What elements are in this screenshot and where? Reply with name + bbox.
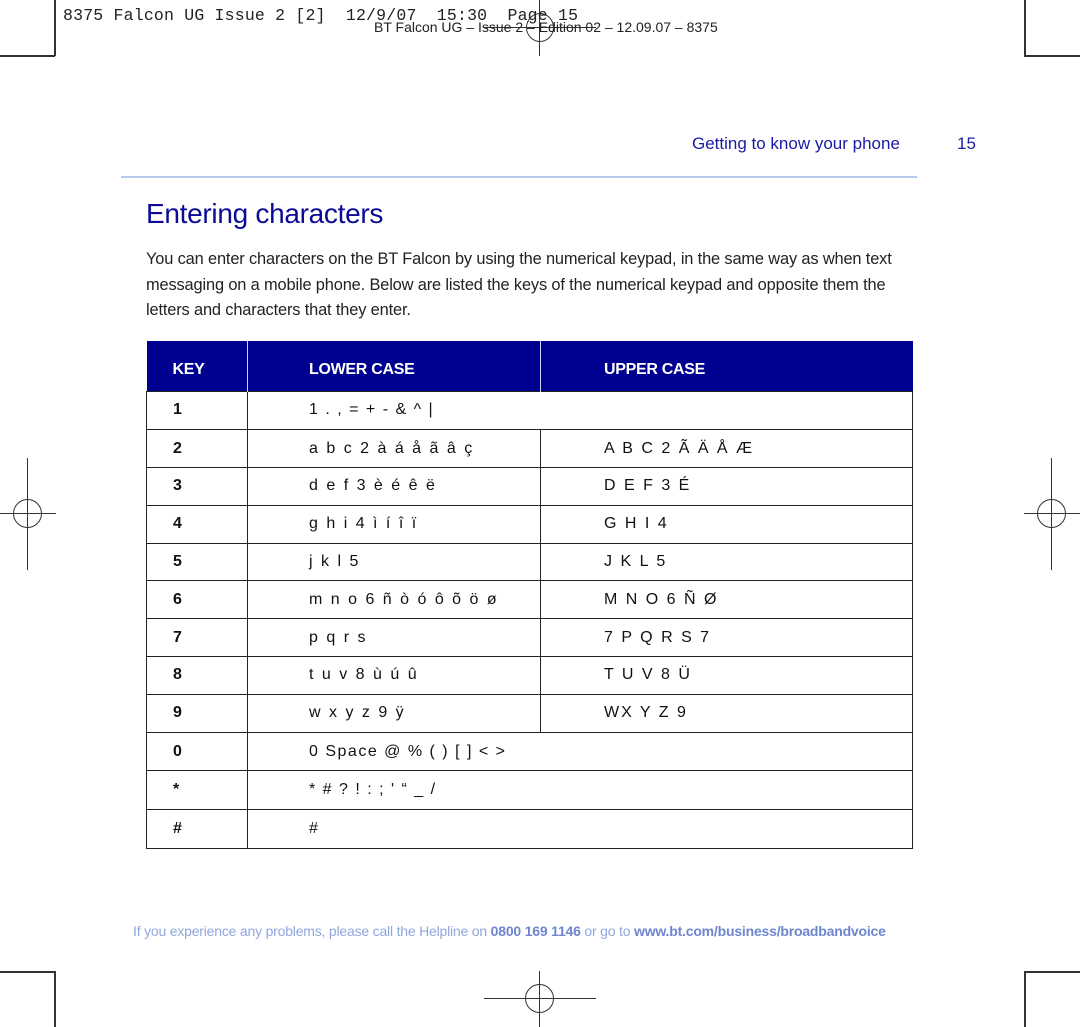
crop-mark-top-right-v bbox=[1024, 0, 1026, 56]
upper-case-cell: A B C 2 Ã Ä Å Æ bbox=[540, 429, 913, 469]
header-rule bbox=[121, 176, 917, 178]
footer-text: If you experience any problems, please c… bbox=[133, 923, 491, 939]
lower-case-cell: d e f 3 è é ê ë bbox=[247, 467, 541, 506]
key-cell: 9 bbox=[146, 693, 248, 733]
upper-case-cell: D E F 3 É bbox=[540, 467, 913, 506]
lower-case-cell: 0 Space @ % ( ) [ ] < > bbox=[247, 731, 913, 772]
helpline-phone: 0800 169 1146 bbox=[490, 923, 581, 939]
key-cell: # bbox=[146, 809, 248, 850]
key-cell: 3 bbox=[146, 467, 248, 506]
lower-case-cell: g h i 4 ì í î ï bbox=[247, 504, 541, 544]
table-header-row: KEY LOWER CASE UPPER CASE bbox=[146, 341, 913, 391]
table-row: 11 . , = + - & ^ | bbox=[146, 390, 913, 431]
page-title: Entering characters bbox=[146, 198, 384, 229]
edition-slug: BT Falcon UG – Issue 2 – Edition 02 – 12… bbox=[374, 20, 718, 35]
key-cell: 5 bbox=[146, 542, 248, 582]
character-table: KEY LOWER CASE UPPER CASE 11 . , = + - &… bbox=[146, 341, 913, 850]
upper-case-cell: 7 P Q R S 7 bbox=[540, 618, 913, 658]
lower-case-cell: a b c 2 à á å ã â ç bbox=[247, 429, 541, 469]
upper-case-cell: G H I 4 bbox=[540, 504, 913, 544]
table-row: 7p q r s7 P Q R S 7 bbox=[146, 618, 913, 658]
lower-case-cell: p q r s bbox=[247, 618, 541, 658]
key-cell: 0 bbox=[146, 731, 248, 772]
crop-mark-bottom-right-v bbox=[1024, 971, 1026, 1027]
upper-case-cell: M N O 6 Ñ Ø bbox=[540, 580, 913, 620]
registration-mark-bottom bbox=[484, 971, 596, 1027]
key-cell: 1 bbox=[146, 390, 248, 431]
table-row: 00 Space @ % ( ) [ ] < > bbox=[146, 731, 913, 772]
crop-mark-bottom-left-h bbox=[0, 971, 55, 973]
crop-mark-top-left-v bbox=[54, 0, 56, 56]
crop-mark-bottom-left-v bbox=[54, 971, 56, 1027]
column-header-key: KEY bbox=[146, 341, 248, 391]
column-header-upper-case: UPPER CASE bbox=[540, 341, 913, 391]
lower-case-cell: 1 . , = + - & ^ | bbox=[247, 390, 913, 431]
registration-mark-right bbox=[1024, 458, 1080, 570]
table-row: 5j k l 5J K L 5 bbox=[146, 542, 913, 582]
lower-case-cell: m n o 6 ñ ò ó ô õ ö ø bbox=[247, 580, 541, 620]
footer-text-middle: or go to bbox=[580, 923, 634, 939]
table-row: 8t u v 8 ù ú ûT U V 8 Ü bbox=[146, 656, 913, 695]
crop-mark-top-right-h bbox=[1024, 55, 1080, 57]
column-header-lower-case: LOWER CASE bbox=[247, 341, 541, 391]
lower-case-cell: * # ? ! : ; ' “ _ / bbox=[247, 770, 913, 811]
table-row: # # bbox=[146, 809, 913, 850]
page-number: 15 bbox=[957, 134, 976, 153]
helpline-footer: If you experience any problems, please c… bbox=[133, 923, 886, 939]
support-url-link[interactable]: www.bt.com/business/broadbandvoice bbox=[634, 923, 886, 939]
table-row: 4g h i 4 ì í î ïG H I 4 bbox=[146, 504, 913, 544]
lower-case-cell: j k l 5 bbox=[247, 542, 541, 582]
key-cell: 8 bbox=[146, 656, 248, 695]
intro-paragraph: You can enter characters on the BT Falco… bbox=[146, 250, 892, 319]
crop-mark-top-left-h bbox=[0, 55, 55, 57]
table-row: 2a b c 2 à á å ã â çA B C 2 Ã Ä Å Æ bbox=[146, 429, 913, 469]
key-cell: 7 bbox=[146, 618, 248, 658]
lower-case-cell: # bbox=[247, 809, 913, 850]
key-cell: 2 bbox=[146, 429, 248, 469]
running-head: Getting to know your phone bbox=[692, 134, 900, 153]
key-cell: * bbox=[146, 770, 248, 811]
lower-case-cell: t u v 8 ù ú û bbox=[247, 656, 541, 695]
table-row: 3d e f 3 è é ê ëD E F 3 É bbox=[146, 467, 913, 506]
table-row: 9w x y z 9 ÿ WX Y Z 9 bbox=[146, 693, 913, 733]
lower-case-cell: w x y z 9 ÿ bbox=[247, 693, 541, 733]
registration-mark-left bbox=[0, 458, 56, 570]
crop-mark-bottom-right-h bbox=[1024, 971, 1080, 973]
table-body: 11 . , = + - & ^ | 2 a b c 2 à á å ã â çA … bbox=[146, 390, 913, 850]
upper-case-cell: T U V 8 Ü bbox=[540, 656, 913, 695]
upper-case-cell: WX Y Z 9 bbox=[540, 693, 913, 733]
table-row: 6m n o 6 ñ ò ó ô õ ö øM N O 6 Ñ Ø bbox=[146, 580, 913, 620]
key-cell: 6 bbox=[146, 580, 248, 620]
table-row: * * # ? ! : ; ' “ _ / bbox=[146, 770, 913, 811]
key-cell: 4 bbox=[146, 504, 248, 544]
upper-case-cell: J K L 5 bbox=[540, 542, 913, 582]
